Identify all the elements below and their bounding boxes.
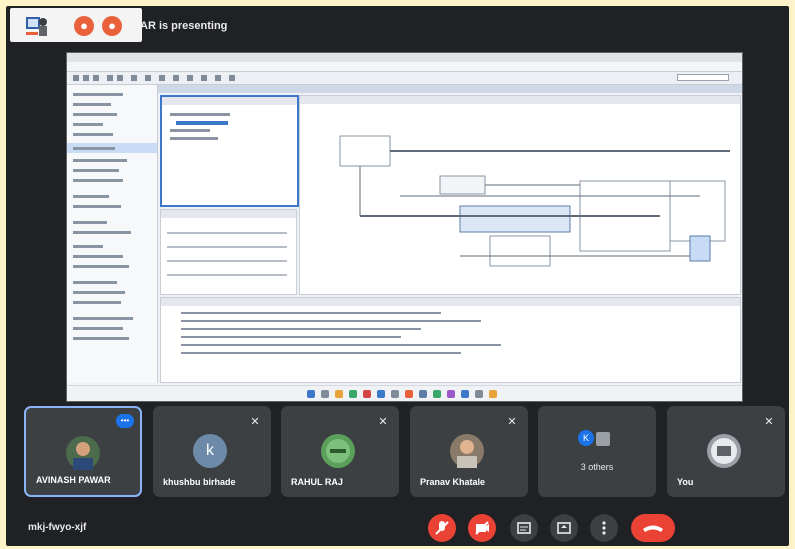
participant-name: Pranav Khatale [420,477,486,487]
participant-tile[interactable]: ✕ Pranav Khatale [410,406,528,497]
participant-tile[interactable]: ••• AVINASH PAWAR [24,406,142,497]
mic-off-icon [435,521,449,535]
flow-navigator [67,85,158,383]
avatar [66,436,100,470]
ide-toolbar [67,72,742,85]
mic-off-icon: ✕ [507,416,517,428]
avatar [596,432,610,446]
ide-title-bar [67,53,742,62]
present-button[interactable] [550,514,578,542]
reaction-icon[interactable]: ● [102,16,122,36]
end-call-icon [643,525,663,532]
participant-name: khushbu birhade [163,477,236,487]
mic-off-icon: ✕ [378,416,388,428]
participant-name: AVINASH PAWAR [36,475,111,485]
participant-name: RAHUL RAJ [291,477,343,487]
block-diagram [299,95,741,295]
meeting-code: mkj-fwyo-xjf [28,522,87,533]
more-options-button[interactable] [590,514,618,542]
captions-icon [517,522,531,534]
others-avatars: K [578,430,612,450]
participant-tile[interactable]: ✕ RAHUL RAJ [281,406,399,497]
participant-tile-others[interactable]: K 3 others [538,406,656,497]
present-icon [557,522,571,534]
mic-off-icon: ✕ [250,416,260,428]
os-taskbar [67,385,742,401]
shared-screen [66,52,743,402]
others-count: 3 others [580,462,614,472]
properties-panel [160,209,297,295]
sources-panel [160,95,299,207]
mic-off-icon: ✕ [764,416,774,428]
more-vertical-icon [602,521,606,535]
top-bar: ● ● AR is presenting [6,6,789,46]
participant-tile-self[interactable]: ✕ You [667,406,785,497]
logo-area: ● ● [10,8,142,42]
presentation-banner: AR is presenting [140,20,228,32]
avatar: k [193,434,227,468]
project-title-bar [158,85,742,93]
reaction-icon[interactable]: ● [74,16,94,36]
avatar: K [578,430,594,446]
participant-name: You [677,477,694,487]
camera-off-icon [475,521,489,535]
end-call-button[interactable] [631,514,675,542]
participant-tile[interactable]: ✕ k khushbu birhade [153,406,271,497]
avatar [321,434,355,468]
camera-toggle-button[interactable] [468,514,496,542]
tcl-console [160,297,741,383]
meet-window: ● ● AR is presenting ••• AVINASH PAWAR ✕… [6,6,789,546]
captions-button[interactable] [510,514,538,542]
ide-menu-bar [67,62,742,72]
mic-toggle-button[interactable] [428,514,456,542]
speaking-indicator-icon: ••• [116,414,134,428]
avatar [450,434,484,468]
app-logo-icon [26,17,47,36]
avatar [707,434,741,468]
